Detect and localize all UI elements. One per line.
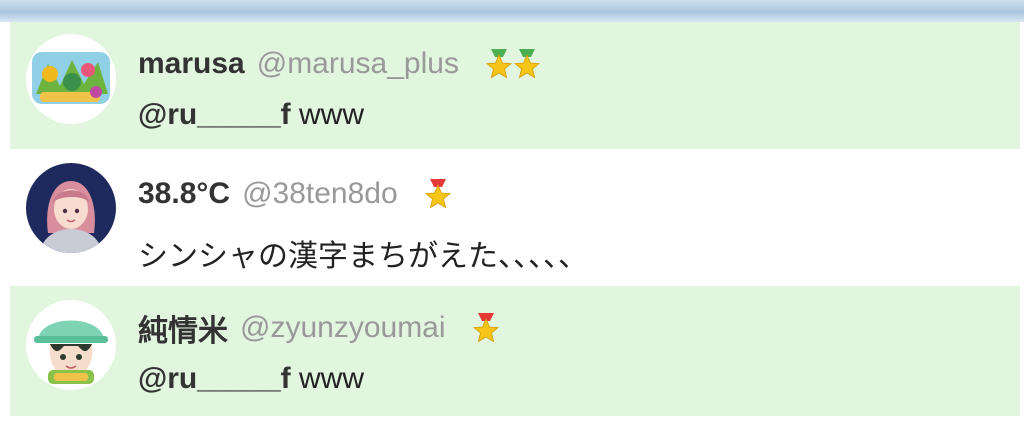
- badge-group: [424, 179, 452, 209]
- red-ribbon-star-icon: [472, 313, 499, 343]
- avatar-38ten8do-image: [26, 163, 116, 253]
- tweet-header: 純情米 @zyunzyoumai: [138, 308, 500, 348]
- user-name[interactable]: 純情米: [138, 306, 228, 350]
- red-ribbon-star-icon: [424, 179, 451, 209]
- tweet-text-content: www: [290, 98, 365, 131]
- tweet-row[interactable]: 純情米 @zyunzyoumai @ru_____f www: [10, 286, 1020, 416]
- green-ribbon-star-icon: [485, 49, 512, 79]
- tweet-text-content: www: [290, 362, 365, 395]
- user-name[interactable]: marusa: [138, 47, 245, 81]
- tweet-text: シンシャの漢字まちがえた、、、、、: [138, 231, 588, 275]
- tweet-header: 38.8°C @38ten8do: [138, 174, 452, 214]
- avatar[interactable]: [26, 34, 116, 124]
- badge-group: [472, 313, 500, 343]
- tweet-feed: marusa @marusa_plus @ru_____f www 38.8°C…: [10, 22, 1020, 416]
- tweet-text: @ru_____f www: [138, 98, 364, 132]
- tweet-text-content: シンシャの漢字まちがえた、、、、、: [138, 240, 588, 273]
- avatar[interactable]: [26, 300, 116, 390]
- user-handle[interactable]: @marusa_plus: [257, 47, 459, 81]
- avatar-marusa-image: [26, 34, 116, 124]
- avatar[interactable]: [26, 163, 116, 253]
- mention-link[interactable]: @ru_____f: [138, 98, 291, 131]
- tweet-header: marusa @marusa_plus: [138, 44, 541, 84]
- tweet-row[interactable]: marusa @marusa_plus @ru_____f www: [10, 22, 1020, 149]
- avatar-zyunzyoumai-image: [26, 300, 116, 390]
- badge-group: [485, 49, 541, 79]
- user-name[interactable]: 38.8°C: [138, 177, 230, 211]
- user-handle[interactable]: @zyunzyoumai: [240, 311, 446, 345]
- tweet-text: @ru_____f www: [138, 362, 364, 396]
- mention-link[interactable]: @ru_____f: [138, 362, 291, 395]
- user-handle[interactable]: @38ten8do: [242, 177, 398, 211]
- tweet-row[interactable]: 38.8°C @38ten8do シンシャの漢字まちがえた、、、、、: [10, 151, 1020, 284]
- top-bar: [0, 0, 1024, 22]
- green-ribbon-star-icon: [513, 49, 540, 79]
